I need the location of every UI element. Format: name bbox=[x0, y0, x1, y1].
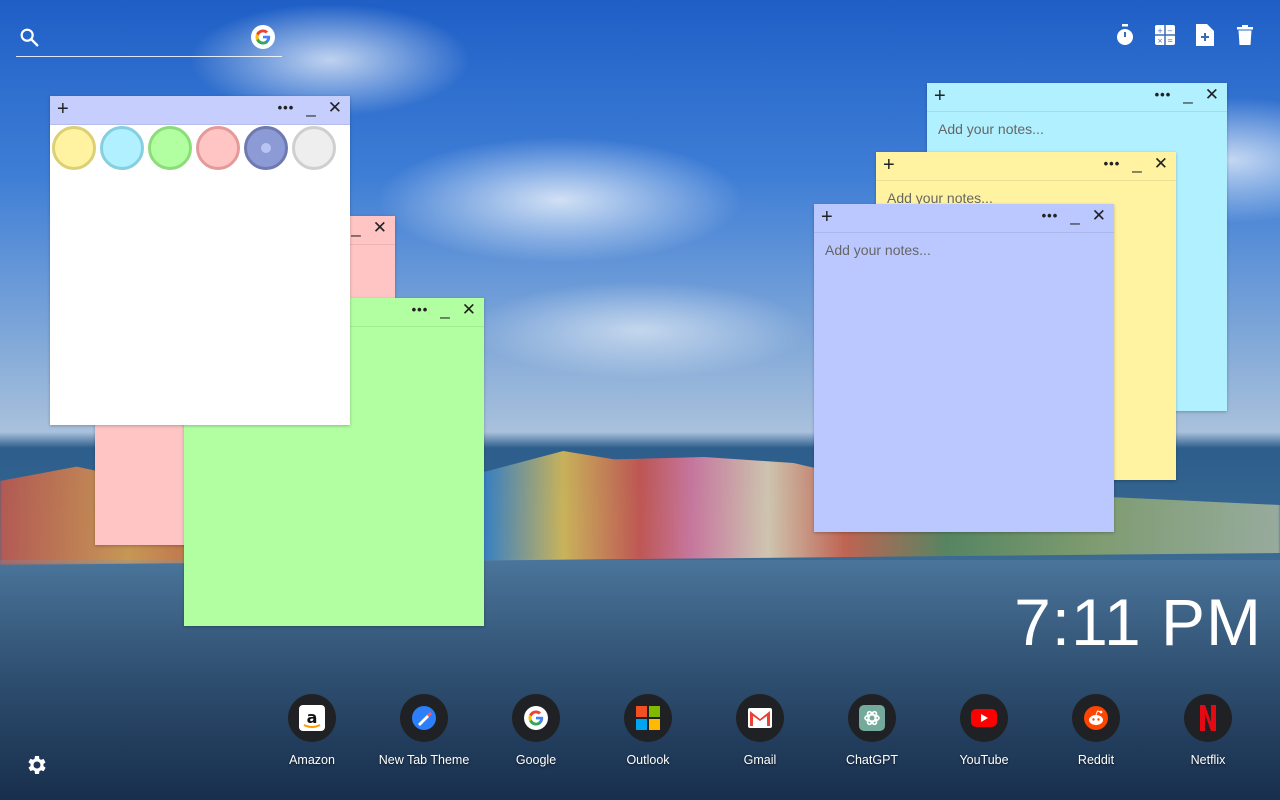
selected-indicator bbox=[261, 143, 271, 153]
shortcut-label: YouTube bbox=[959, 753, 1009, 767]
note-titlebar: + ••• _ ✕ bbox=[927, 83, 1227, 112]
close-icon[interactable]: ✕ bbox=[1154, 154, 1168, 174]
color-swatch-yellow[interactable] bbox=[52, 126, 96, 170]
chatgpt-icon bbox=[848, 694, 896, 742]
note-menu-icon[interactable]: ••• bbox=[1104, 154, 1121, 174]
youtube-icon bbox=[960, 694, 1008, 742]
google-icon bbox=[512, 694, 560, 742]
shortcut-label: Outlook bbox=[626, 753, 670, 767]
sticky-note-white: + ••• _ ✕ bbox=[50, 96, 350, 425]
shortcut-label: ChatGPT bbox=[845, 753, 899, 767]
note-titlebar: + ••• _ ✕ bbox=[814, 204, 1114, 233]
note-menu-icon[interactable]: ••• bbox=[278, 98, 295, 118]
minimize-icon[interactable]: _ bbox=[351, 218, 360, 238]
close-icon[interactable]: ✕ bbox=[1092, 206, 1106, 226]
toolbar: + − × = bbox=[1114, 22, 1256, 48]
minimize-icon[interactable]: _ bbox=[440, 300, 449, 320]
svg-text:×: × bbox=[1157, 37, 1163, 45]
add-note-button[interactable]: + bbox=[821, 207, 833, 227]
shortcut-reddit[interactable]: Reddit bbox=[1040, 694, 1152, 767]
shortcut-label: Reddit bbox=[1077, 753, 1115, 767]
add-note-button[interactable]: + bbox=[883, 155, 895, 175]
shortcut-youtube[interactable]: YouTube bbox=[928, 694, 1040, 767]
clock: 7:11 PM bbox=[1014, 585, 1262, 659]
shortcut-label: New Tab Theme bbox=[378, 753, 470, 767]
color-swatch-green[interactable] bbox=[148, 126, 192, 170]
close-icon[interactable]: ✕ bbox=[462, 300, 476, 320]
note-titlebar: + ••• _ ✕ bbox=[876, 152, 1176, 181]
shortcut-gmail[interactable]: Gmail bbox=[704, 694, 816, 767]
color-swatch-light-gray[interactable] bbox=[292, 126, 336, 170]
minimize-icon[interactable]: _ bbox=[306, 98, 315, 118]
minimize-icon[interactable]: _ bbox=[1132, 154, 1141, 174]
shortcut-netflix[interactable]: Netflix bbox=[1152, 694, 1264, 767]
note-titlebar: + ••• _ ✕ bbox=[50, 96, 350, 125]
minimize-icon[interactable]: _ bbox=[1070, 206, 1079, 226]
note-menu-icon[interactable]: ••• bbox=[1155, 85, 1172, 105]
amazon-icon: a bbox=[288, 694, 336, 742]
reddit-icon bbox=[1072, 694, 1120, 742]
timer-icon[interactable] bbox=[1114, 22, 1136, 48]
shortcut-dock: a Amazon New Tab Theme Google Outlook Gm… bbox=[256, 694, 1264, 767]
trash-icon[interactable] bbox=[1234, 22, 1256, 48]
shortcut-label: Netflix bbox=[1190, 753, 1226, 767]
color-swatch-cyan[interactable] bbox=[100, 126, 144, 170]
shortcut-amazon[interactable]: a Amazon bbox=[256, 694, 368, 767]
shortcut-label: Google bbox=[515, 753, 557, 767]
svg-text:+: + bbox=[1157, 27, 1163, 35]
shortcut-label: Amazon bbox=[289, 753, 335, 767]
color-palette bbox=[52, 126, 336, 170]
add-note-button[interactable]: + bbox=[57, 99, 69, 119]
shortcut-chatgpt[interactable]: ChatGPT bbox=[816, 694, 928, 767]
close-icon[interactable]: ✕ bbox=[373, 218, 387, 238]
svg-text:a: a bbox=[307, 708, 318, 727]
sticky-note-periwinkle: + ••• _ ✕ bbox=[814, 204, 1114, 532]
gear-icon[interactable] bbox=[24, 753, 48, 777]
shortcut-new-tab-theme[interactable]: New Tab Theme bbox=[368, 694, 480, 767]
outlook-icon bbox=[624, 694, 672, 742]
close-icon[interactable]: ✕ bbox=[328, 98, 342, 118]
svg-text:−: − bbox=[1167, 27, 1173, 35]
shortcut-outlook[interactable]: Outlook bbox=[592, 694, 704, 767]
search-icon[interactable] bbox=[18, 26, 40, 48]
minimize-icon[interactable]: _ bbox=[1183, 85, 1192, 105]
note-textarea[interactable] bbox=[823, 240, 1105, 523]
calculator-icon[interactable]: + − × = bbox=[1154, 22, 1176, 48]
color-swatch-periwinkle[interactable] bbox=[244, 126, 288, 170]
search-bar bbox=[16, 22, 282, 57]
svg-text:=: = bbox=[1167, 37, 1173, 45]
netflix-icon bbox=[1184, 694, 1232, 742]
shortcut-google[interactable]: Google bbox=[480, 694, 592, 767]
google-icon[interactable] bbox=[251, 25, 275, 49]
close-icon[interactable]: ✕ bbox=[1205, 85, 1219, 105]
add-note-icon[interactable] bbox=[1194, 22, 1216, 48]
add-note-button[interactable]: + bbox=[934, 86, 946, 106]
gmail-icon bbox=[736, 694, 784, 742]
color-swatch-pink[interactable] bbox=[196, 126, 240, 170]
note-menu-icon[interactable]: ••• bbox=[412, 300, 429, 320]
note-menu-icon[interactable]: ••• bbox=[1042, 206, 1059, 226]
search-input[interactable] bbox=[52, 26, 256, 52]
shortcut-label: Gmail bbox=[743, 753, 777, 767]
new-tab-theme-icon bbox=[400, 694, 448, 742]
